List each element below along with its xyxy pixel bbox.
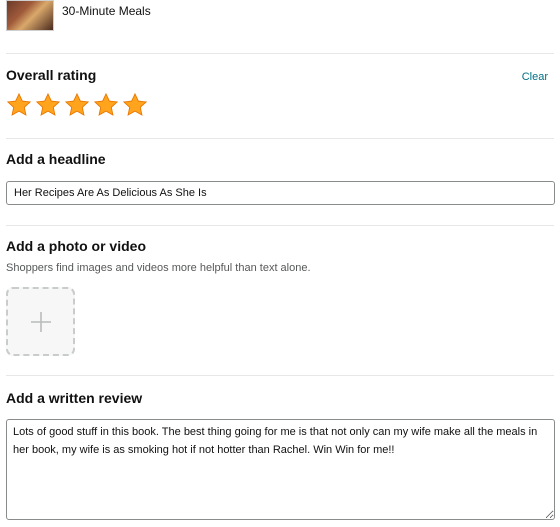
- product-title: 30-Minute Meals: [62, 4, 151, 18]
- review-textarea[interactable]: Lots of good stuff in this book. The bes…: [6, 419, 555, 520]
- written-review-heading: Add a written review: [6, 390, 143, 406]
- star-icon-3[interactable]: [64, 92, 90, 118]
- overall-rating-heading: Overall rating: [6, 67, 97, 83]
- divider: [6, 225, 554, 226]
- divider: [6, 375, 554, 376]
- photo-video-helper-text: Shoppers find images and videos more hel…: [6, 262, 311, 274]
- clear-rating-link[interactable]: Clear: [522, 71, 548, 83]
- photo-video-heading: Add a photo or video: [6, 238, 146, 254]
- headline-heading: Add a headline: [6, 151, 106, 167]
- divider: [6, 53, 554, 54]
- headline-input[interactable]: [6, 181, 555, 205]
- star-rating[interactable]: [6, 92, 148, 118]
- add-media-button[interactable]: [6, 287, 75, 356]
- star-icon-1[interactable]: [6, 92, 32, 118]
- divider: [6, 138, 554, 139]
- star-icon-4[interactable]: [93, 92, 119, 118]
- star-icon-2[interactable]: [35, 92, 61, 118]
- star-icon-5[interactable]: [122, 92, 148, 118]
- plus-icon: [30, 311, 51, 332]
- product-thumbnail: [6, 0, 54, 31]
